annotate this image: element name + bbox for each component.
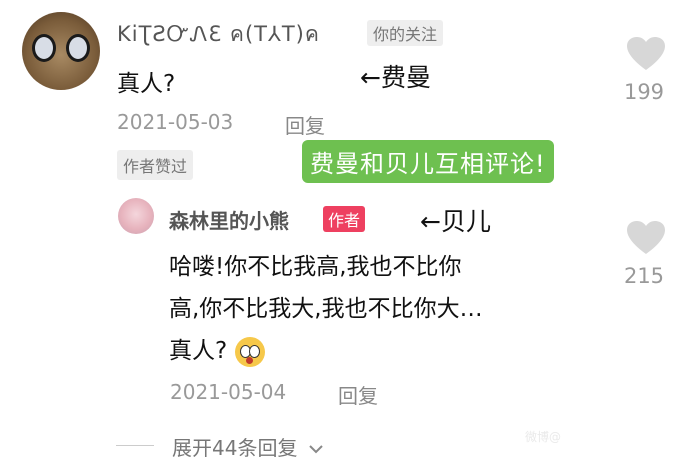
emoji-mouth (246, 356, 254, 364)
reply-line-1: 哈喽!你不比我高,我也不比你 (169, 254, 462, 280)
avatar-eye-right (66, 34, 90, 62)
like-count: 199 (623, 80, 665, 104)
commenter-username[interactable]: KiƮƧᏅᏁƐ ค(T⅄T)ค (117, 18, 320, 51)
shocked-face-emoji (235, 336, 266, 367)
reply-text: 哈喽!你不比我高,我也不比你 高,你不比我大,我也不比你大… 真人? (169, 246, 609, 372)
watermark: 微博@ (525, 430, 562, 444)
follow-badge: 你的关注 (367, 20, 444, 46)
emoji-eye-right (249, 344, 261, 358)
reply-reply-button[interactable]: 回复 (338, 380, 378, 409)
author-liked-badge: 作者赞过 (117, 150, 194, 180)
reply-line-2: 高,你不比我大,我也不比你大… (169, 296, 483, 322)
heart-icon (627, 221, 665, 254)
comment-date: 2021-05-03 (117, 110, 234, 134)
reply-username[interactable]: 森林里的小熊 (169, 205, 289, 234)
reply-like-button[interactable] (626, 220, 666, 256)
reply-line-3-text: 真人? (169, 338, 228, 364)
comment-text: 真人? (117, 71, 176, 97)
commenter-avatar[interactable] (22, 12, 100, 90)
heart-icon (627, 37, 665, 70)
avatar-eye-left (32, 34, 56, 62)
reply-like-count: 215 (623, 264, 665, 288)
annotation-fei-man: ←费曼 (360, 63, 431, 92)
reply-line-3: 真人? (169, 330, 609, 372)
annotation-bei-er: ←贝儿 (420, 207, 491, 236)
expand-divider (116, 445, 154, 446)
reply-date: 2021-05-04 (170, 380, 287, 404)
author-tag: 作者 (323, 206, 366, 232)
chevron-down-icon (309, 445, 323, 454)
annotation-green-note: 费曼和贝儿互相评论! (302, 140, 554, 183)
like-button[interactable] (626, 36, 666, 72)
reply-button[interactable]: 回复 (285, 110, 325, 139)
expand-replies-label: 展开44条回复 (172, 436, 298, 460)
reply-avatar[interactable] (118, 198, 154, 234)
expand-replies-button[interactable]: 展开44条回复 (172, 432, 324, 461)
